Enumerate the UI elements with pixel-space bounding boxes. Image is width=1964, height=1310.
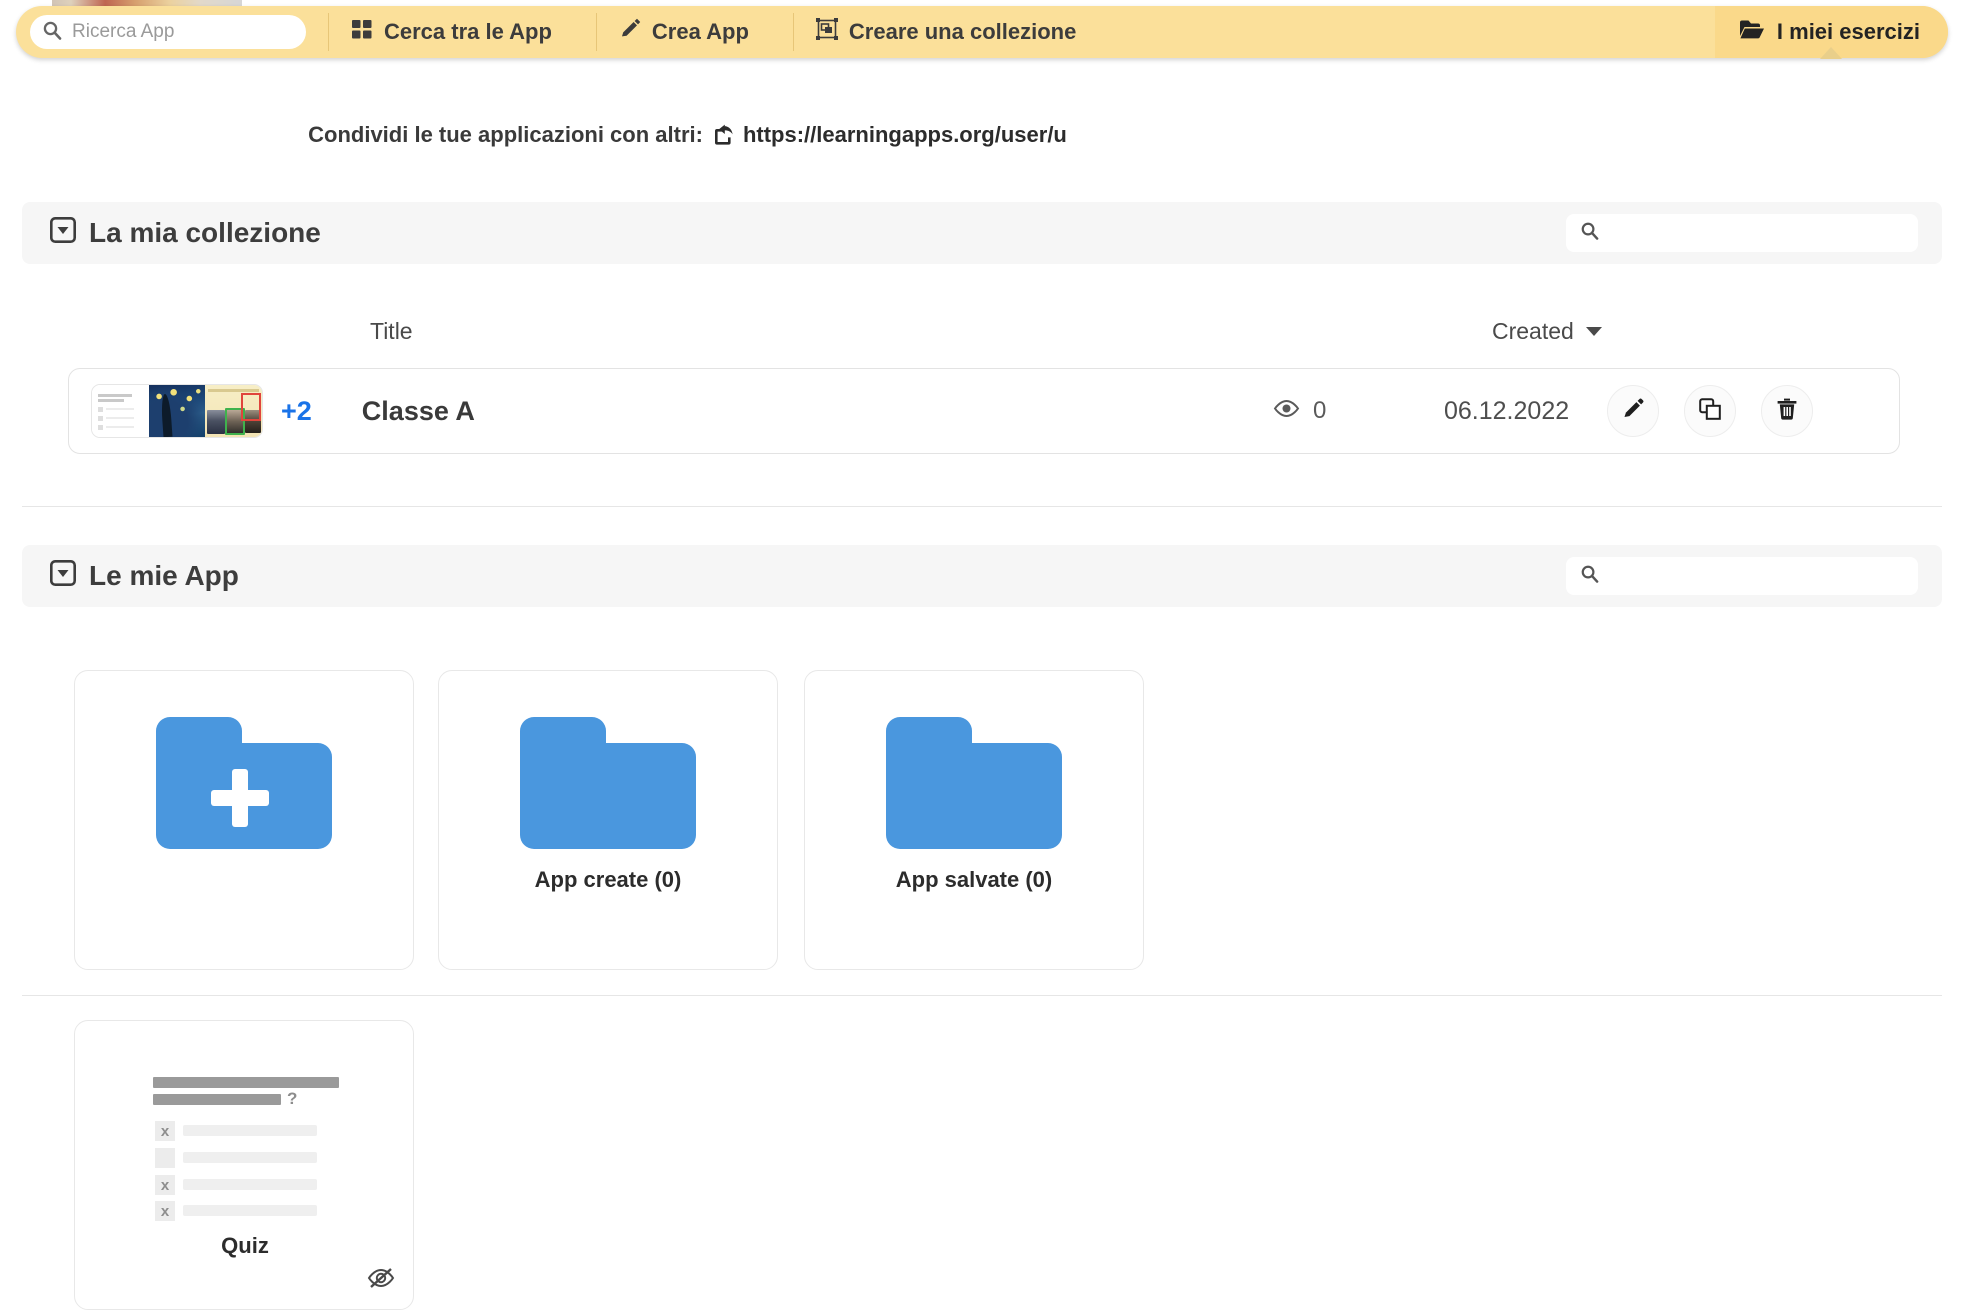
thumbnail-overflow-count[interactable]: +2: [281, 396, 312, 427]
share-link-row: Condividi le tue applicazioni con altri:…: [0, 122, 1375, 148]
search-icon: [1580, 221, 1599, 245]
open-folder-icon: [1739, 18, 1765, 46]
collection-icon: [815, 18, 838, 46]
search-input[interactable]: [70, 20, 294, 44]
collection-search-box[interactable]: [1566, 214, 1918, 252]
app-card-label: Quiz: [221, 1233, 269, 1258]
toolbar-item-label: Cerca tra le App: [384, 19, 552, 44]
delete-button[interactable]: [1761, 385, 1813, 437]
apps-section-header: Le mie App: [22, 545, 1942, 607]
column-header-title: Title: [370, 318, 413, 344]
trash-icon: [1775, 397, 1799, 426]
copy-button[interactable]: [1684, 385, 1736, 437]
toolbar-item-my-exercises[interactable]: I miei esercizi: [1714, 6, 1948, 58]
toolbar-item-label: Creare una collezione: [848, 19, 1077, 44]
my-exercises-label: I miei esercizi: [1776, 19, 1920, 44]
share-url[interactable]: https://learningapps.org/user/u: [743, 122, 1067, 148]
apps-search-box[interactable]: [1566, 557, 1918, 595]
toolbar-item-create-collection[interactable]: Creare una collezione: [794, 6, 1098, 58]
share-label: Condividi le tue applicazioni con altri:: [308, 122, 703, 147]
search-icon: [42, 20, 62, 45]
collection-section-title: La mia collezione: [89, 217, 321, 248]
collection-section-toggle[interactable]: La mia collezione: [49, 216, 321, 250]
collection-search-input[interactable]: [1607, 221, 1904, 245]
new-folder-card[interactable]: [74, 670, 414, 970]
collection-section-header: La mia collezione: [22, 202, 1942, 264]
collapse-box-icon: [49, 559, 76, 593]
apps-section-toggle[interactable]: Le mie App: [49, 559, 239, 593]
eye-icon: [1273, 397, 1300, 425]
app-card-quiz[interactable]: ? x x x Quiz: [74, 1020, 414, 1310]
grid-icon: [351, 18, 373, 46]
row-thumbnail-stack: [91, 384, 263, 438]
folder-icon: [520, 717, 696, 849]
external-link-icon[interactable]: [712, 122, 734, 148]
pencil-icon: [1621, 397, 1645, 426]
app-search-box[interactable]: [30, 15, 306, 49]
quiz-thumbnail: ? x x x: [75, 1061, 413, 1221]
folder-card-created-apps[interactable]: App create (0): [438, 670, 778, 970]
column-header-created[interactable]: Created: [1492, 318, 1602, 345]
toolbar-item-label: Crea App: [651, 19, 749, 44]
row-views-count: 0: [1313, 397, 1327, 424]
row-created-date: 06.12.2022: [1444, 396, 1570, 425]
section-divider-1: [22, 506, 1942, 507]
section-divider-2: [22, 995, 1942, 996]
search-icon: [1580, 564, 1599, 588]
collection-table-header: Title Created: [68, 318, 1898, 352]
folder-card-label: App create (0): [534, 867, 682, 892]
edit-button[interactable]: [1607, 385, 1659, 437]
row-title: Classe A: [361, 395, 475, 426]
main-toolbar: Cerca tra le App Crea App Creare una col…: [16, 6, 1948, 58]
toolbar-item-create-app[interactable]: Crea App: [597, 6, 771, 58]
quiz-thumbnail: [92, 385, 149, 437]
folder-card-saved-apps[interactable]: App salvate (0): [804, 670, 1144, 970]
apps-section-title: Le mie App: [89, 560, 239, 591]
pencil-icon: [619, 18, 641, 46]
new-folder-icon: [156, 717, 332, 849]
table-row[interactable]: +2 Classe A 0 06.12.2022: [68, 368, 1900, 454]
folder-icon: [886, 717, 1062, 849]
column-header-created-label: Created: [1492, 318, 1574, 344]
copy-icon: [1698, 397, 1722, 426]
eye-slash-icon[interactable]: [367, 1266, 395, 1295]
toolbar-item-browse-apps[interactable]: Cerca tra le App: [329, 6, 574, 58]
photo-gallery-thumbnail: [205, 385, 262, 437]
folder-card-label: App salvate (0): [895, 867, 1053, 892]
row-views: 0: [1273, 397, 1326, 425]
caret-down-icon: [1585, 327, 1602, 336]
collapse-box-icon: [49, 216, 76, 250]
apps-search-input[interactable]: [1607, 564, 1904, 588]
starry-night-thumbnail: [148, 385, 206, 437]
